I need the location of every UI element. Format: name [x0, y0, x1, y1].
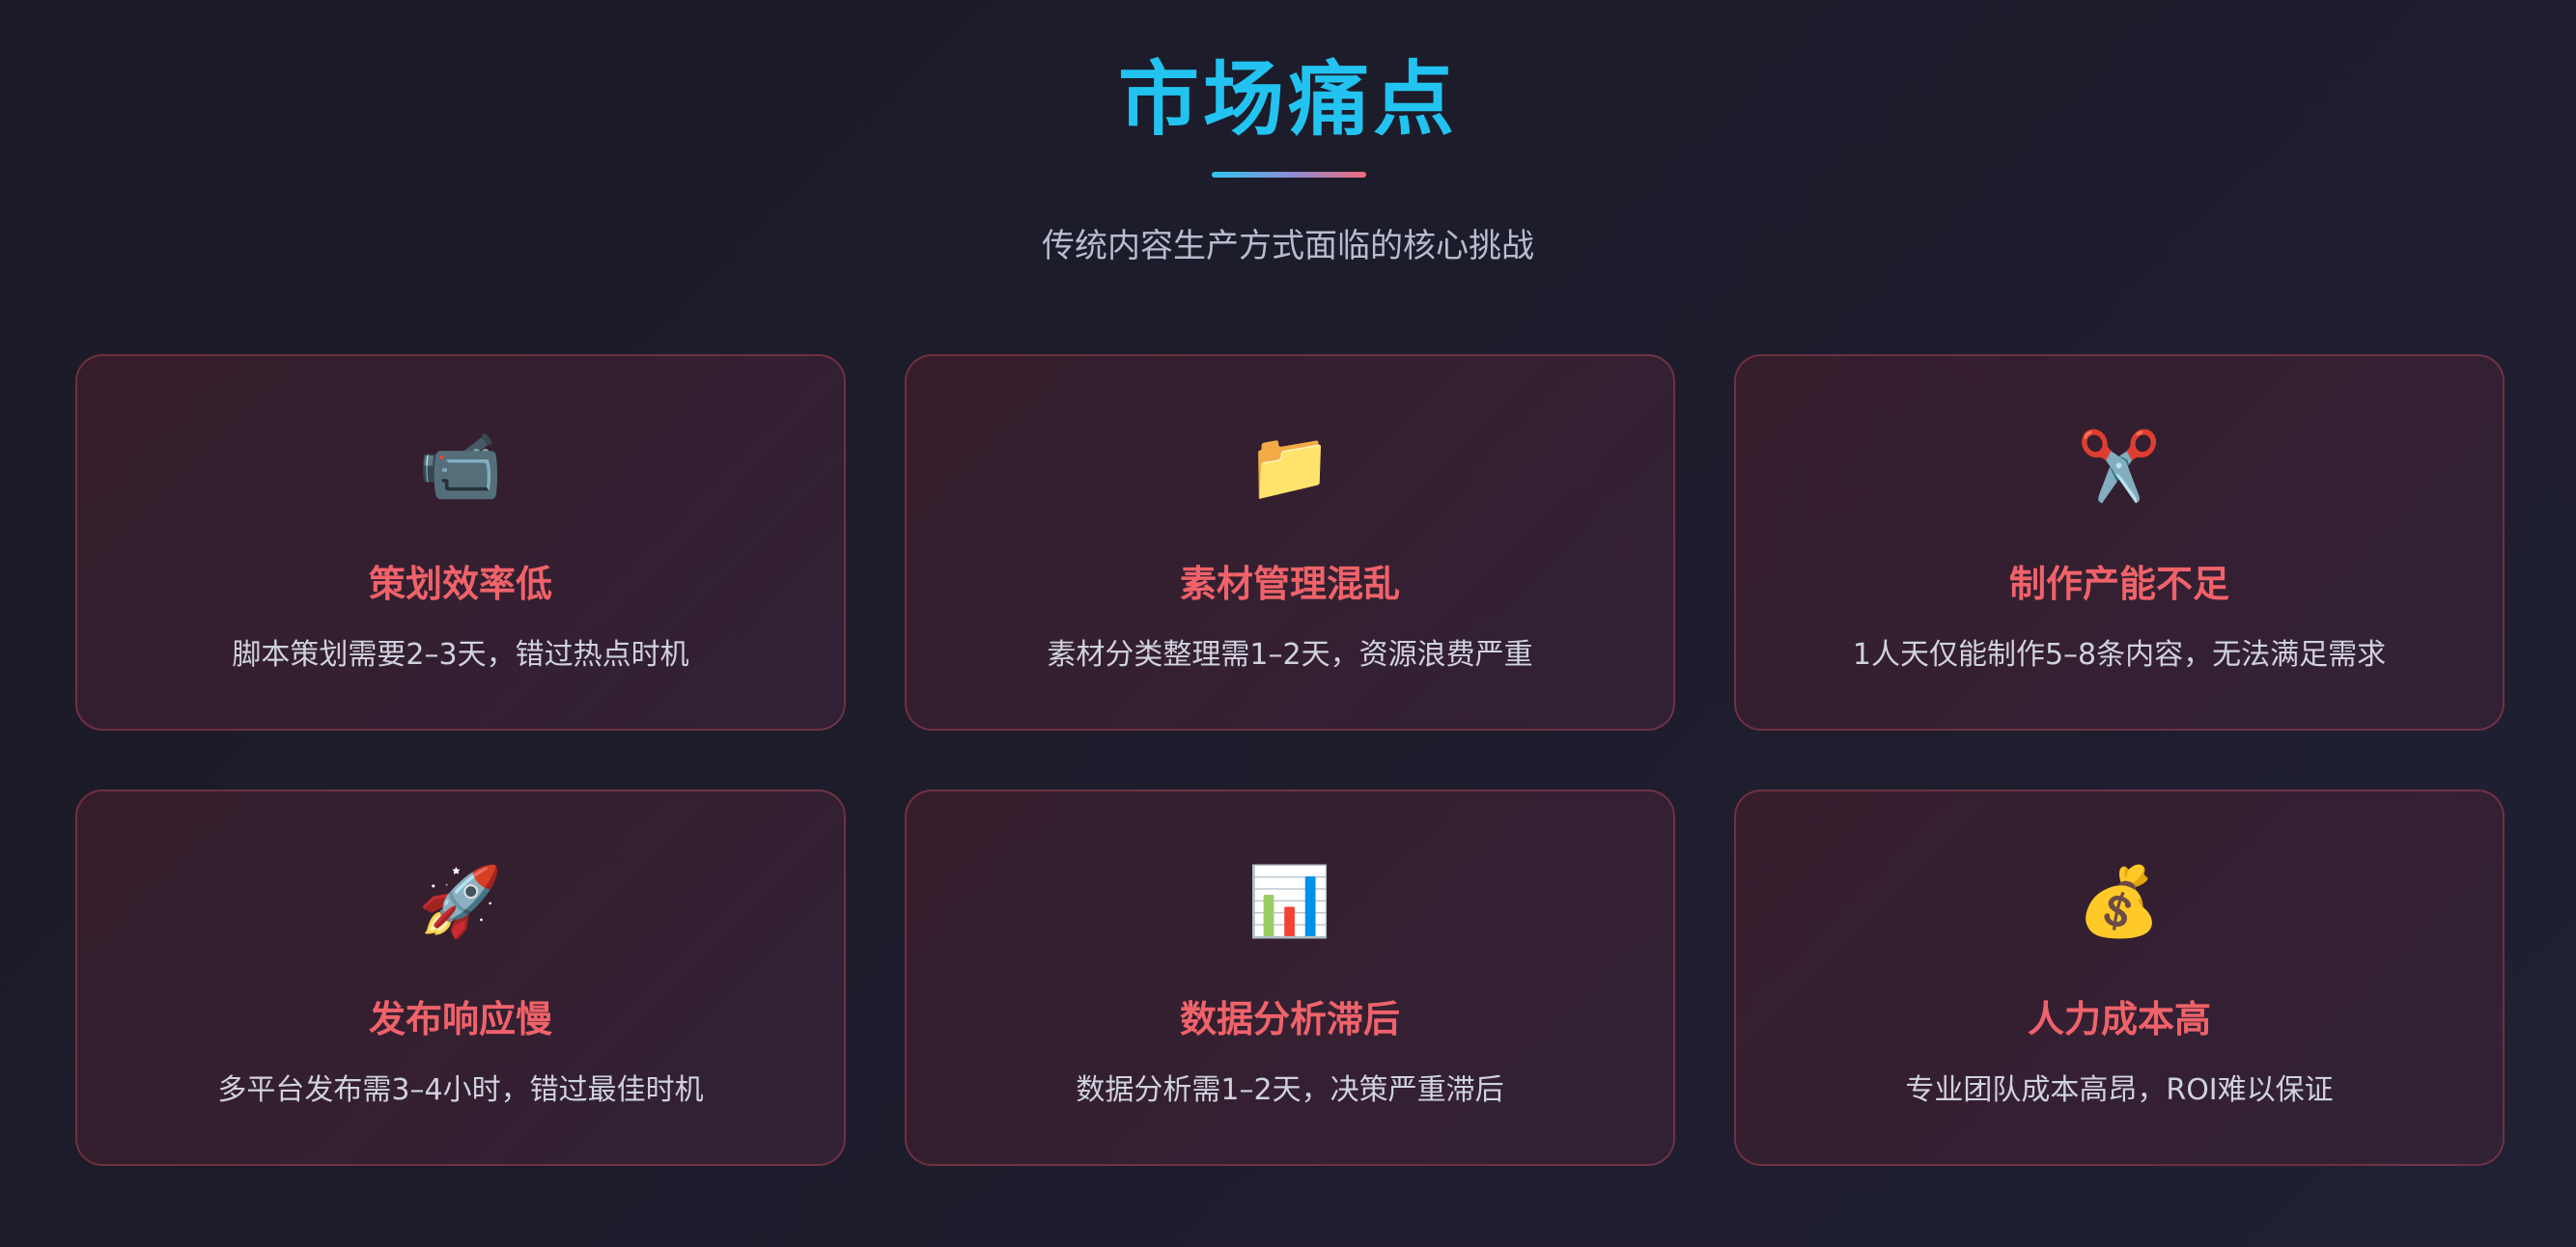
- pain-point-card-cost: 💰 人力成本高 专业团队成本高昂，ROI难以保证: [1734, 790, 2505, 1166]
- pain-point-grid: 📹 策划效率低 脚本策划需要2–3天，错过热点时机 📁 素材管理混乱 素材分类整…: [75, 354, 2505, 1166]
- card-title: 素材管理混乱: [1179, 563, 1400, 605]
- title-underline: [1212, 172, 1366, 178]
- card-description: 1人天仅能制作5–8条内容，无法满足需求: [1852, 638, 2387, 672]
- bar-chart-icon: 📊: [1247, 862, 1332, 941]
- pain-point-card-assets: 📁 素材管理混乱 素材分类整理需1–2天，资源浪费严重: [905, 354, 1675, 731]
- money-bag-icon: 💰: [2077, 862, 2162, 941]
- rocket-icon: 🚀: [418, 862, 503, 941]
- pain-point-card-production: ✂️ 制作产能不足 1人天仅能制作5–8条内容，无法满足需求: [1734, 354, 2505, 731]
- card-description: 素材分类整理需1–2天，资源浪费严重: [1047, 638, 1533, 672]
- card-title: 人力成本高: [2027, 998, 2211, 1040]
- scissors-icon: ✂️: [2077, 427, 2162, 506]
- video-camera-icon: 📹: [418, 427, 503, 506]
- card-title: 制作产能不足: [2008, 563, 2229, 605]
- page-subtitle: 传统内容生产方式面临的核心挑战: [1042, 227, 1534, 265]
- market-pain-points-slide: 市场痛点 传统内容生产方式面临的核心挑战 📹 策划效率低 脚本策划需要2–3天，…: [0, 0, 2576, 1247]
- card-description: 脚本策划需要2–3天，错过热点时机: [232, 638, 689, 672]
- card-description: 专业团队成本高昂，ROI难以保证: [1905, 1073, 2334, 1107]
- pain-point-card-analytics: 📊 数据分析滞后 数据分析需1–2天，决策严重滞后: [905, 790, 1675, 1166]
- card-title: 策划效率低: [368, 563, 552, 605]
- card-title: 数据分析滞后: [1179, 998, 1400, 1040]
- pain-point-card-publishing: 🚀 发布响应慢 多平台发布需3–4小时，错过最佳时机: [75, 790, 846, 1166]
- card-description: 数据分析需1–2天，决策严重滞后: [1076, 1073, 1504, 1107]
- card-description: 多平台发布需3–4小时，错过最佳时机: [217, 1073, 704, 1107]
- pain-point-card-planning: 📹 策划效率低 脚本策划需要2–3天，错过热点时机: [75, 354, 846, 731]
- folder-icon: 📁: [1247, 427, 1332, 506]
- card-title: 发布响应慢: [368, 998, 552, 1040]
- page-title: 市场痛点: [1117, 52, 1458, 147]
